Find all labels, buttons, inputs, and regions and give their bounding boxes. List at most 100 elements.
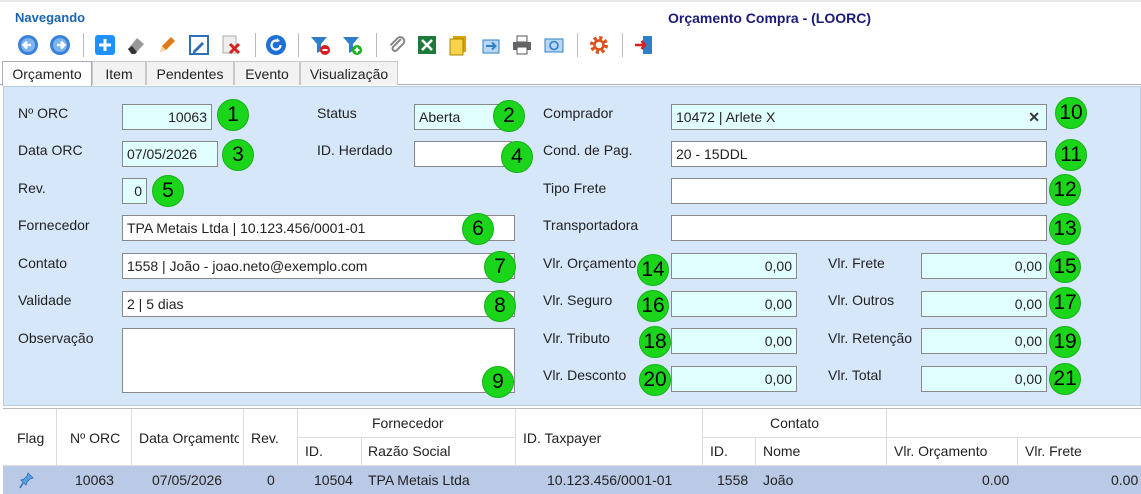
filter-remove-button[interactable] — [307, 32, 333, 58]
col-fornecedor-id[interactable]: ID. — [305, 443, 323, 459]
data-orc-field[interactable]: 07/05/2026 — [122, 141, 218, 167]
exit-icon — [635, 36, 652, 54]
callout-badge-7: 7 — [484, 251, 516, 283]
export-icon — [482, 39, 500, 54]
tipo-frete-field[interactable] — [671, 178, 1047, 204]
tab-orcamento[interactable]: Orçamento — [2, 61, 92, 86]
clear-icon[interactable]: ✕ — [1028, 109, 1040, 126]
fornecedor-label: Fornecedor — [18, 217, 90, 233]
callout-badge-1: 1 — [217, 99, 249, 131]
callout-badge-5: 5 — [152, 175, 184, 207]
settings-button[interactable] — [586, 32, 612, 58]
back-icon — [18, 35, 38, 55]
email-icon — [544, 38, 564, 53]
exit-button[interactable] — [631, 32, 657, 58]
col-razao-social[interactable]: Razão Social — [368, 443, 451, 459]
transportadora-field[interactable] — [671, 215, 1047, 241]
vlr-tributo-field[interactable]: 0,00 — [671, 328, 797, 354]
eraser-icon — [128, 38, 144, 54]
callout-badge-15: 15 — [1049, 251, 1081, 283]
edit-box-button[interactable] — [186, 32, 212, 58]
vlr-desconto-label: Vlr. Desconto — [543, 367, 627, 383]
callout-badge-6: 6 — [462, 213, 494, 245]
data-orc-label: Data ORC — [18, 142, 83, 158]
copy-button[interactable] — [445, 32, 471, 58]
col-group-fornecedor: Fornecedor — [372, 415, 444, 431]
add-icon — [95, 35, 115, 55]
delete-button[interactable] — [218, 32, 244, 58]
col-nome[interactable]: Nome — [763, 443, 800, 459]
add-button[interactable] — [92, 32, 118, 58]
edit-button[interactable] — [154, 32, 180, 58]
vlr-retencao-label: Vlr. Retenção — [828, 330, 913, 346]
rev-field[interactable]: 0 — [122, 178, 147, 204]
observacao-textarea[interactable] — [122, 328, 515, 393]
tab-bar: Orçamento Item Pendentes Evento Visualiz… — [0, 60, 1141, 86]
refresh-icon — [266, 35, 286, 55]
fornecedor-field[interactable]: TPA Metais Ltda | 10.123.456/0001-01 — [122, 215, 515, 241]
vlr-retencao-field[interactable]: 0,00 — [921, 328, 1047, 354]
vlr-orcamento-field[interactable]: 0,00 — [671, 253, 797, 279]
email-button[interactable] — [541, 32, 567, 58]
tab-evento[interactable]: Evento — [234, 61, 300, 85]
callout-badge-4: 4 — [501, 141, 533, 173]
vlr-outros-field[interactable]: 0,00 — [921, 291, 1047, 317]
callout-badge-9: 9 — [482, 366, 514, 398]
callout-badge-2: 2 — [493, 100, 525, 132]
vlr-outros-label: Vlr. Outros — [828, 292, 895, 308]
comprador-value: 10472 | Arlete X — [676, 109, 776, 125]
export-button[interactable] — [478, 32, 504, 58]
id-herdado-field[interactable] — [414, 141, 512, 167]
vlr-total-label: Vlr. Total — [828, 367, 882, 383]
col-id-taxpayer[interactable]: ID. Taxpayer — [523, 430, 601, 446]
toolbar — [0, 30, 1141, 60]
vlr-desconto-field[interactable]: 0,00 — [671, 366, 797, 392]
rev-label: Rev. — [18, 180, 46, 196]
clear-button[interactable] — [123, 32, 149, 58]
cell-razao-social: TPA Metais Ltda — [368, 472, 470, 488]
window-title: Orçamento Compra - (LOORC) — [668, 10, 872, 26]
orcamento-form: Nº ORC 10063 1 Data ORC 07/05/2026 3 Rev… — [3, 86, 1141, 406]
title-bar: Navegando Orçamento Compra - (LOORC) — [0, 0, 1141, 30]
back-button[interactable] — [15, 32, 41, 58]
refresh-button[interactable] — [263, 32, 289, 58]
comprador-field[interactable]: 10472 | Arlete X ✕ — [671, 104, 1047, 130]
col-group-contato: Contato — [770, 415, 820, 431]
vlr-frete-label: Vlr. Frete — [828, 255, 885, 271]
callout-badge-8: 8 — [484, 290, 516, 322]
orcamento-grid: Flag Nº ORC Data Orçamento Rev. Forneced… — [3, 408, 1141, 494]
col-vlr-frete[interactable]: Vlr. Frete — [1025, 443, 1082, 459]
forward-button[interactable] — [47, 32, 73, 58]
validade-field[interactable]: 2 | 5 dias — [122, 291, 515, 317]
filter-add-button[interactable] — [339, 32, 365, 58]
callout-badge-3: 3 — [222, 139, 254, 171]
comprador-label: Comprador — [543, 105, 614, 121]
tab-pendentes[interactable]: Pendentes — [146, 61, 234, 85]
print-button[interactable] — [509, 32, 535, 58]
col-n-orc[interactable]: Nº ORC — [70, 430, 120, 446]
col-contato-id[interactable]: ID. — [710, 443, 728, 459]
callout-badge-16: 16 — [637, 290, 669, 322]
table-row[interactable]: 10063 07/05/2026 0 10504 TPA Metais Ltda… — [3, 466, 1141, 494]
cell-nome: João — [763, 472, 794, 488]
cond-pag-field[interactable]: 20 - 15DDL — [671, 141, 1047, 167]
attachment-button[interactable] — [384, 32, 410, 58]
tab-item[interactable]: Item — [92, 61, 146, 85]
print-icon — [513, 35, 531, 55]
col-rev[interactable]: Rev. — [251, 430, 279, 446]
delete-icon — [222, 35, 241, 55]
n-orc-field[interactable]: 10063 — [122, 104, 212, 130]
contato-field[interactable]: 1558 | João - joao.neto@exemplo.com — [122, 253, 515, 279]
callout-badge-13: 13 — [1049, 213, 1081, 245]
tab-visualizacao[interactable]: Visualização — [300, 61, 398, 85]
cell-vlr-frete: 0.00 — [1111, 472, 1139, 488]
col-flag[interactable]: Flag — [17, 430, 44, 446]
edit-icon — [160, 37, 175, 52]
vlr-seguro-field[interactable]: 0,00 — [671, 291, 797, 317]
col-data-orcamento[interactable]: Data Orçamento — [139, 430, 239, 446]
col-vlr-orcamento[interactable]: Vlr. Orçamento — [894, 443, 987, 459]
forward-icon — [50, 35, 70, 55]
excel-button[interactable] — [414, 32, 440, 58]
vlr-frete-field[interactable]: 0,00 — [921, 253, 1047, 279]
vlr-total-field[interactable]: 0,00 — [921, 366, 1047, 392]
